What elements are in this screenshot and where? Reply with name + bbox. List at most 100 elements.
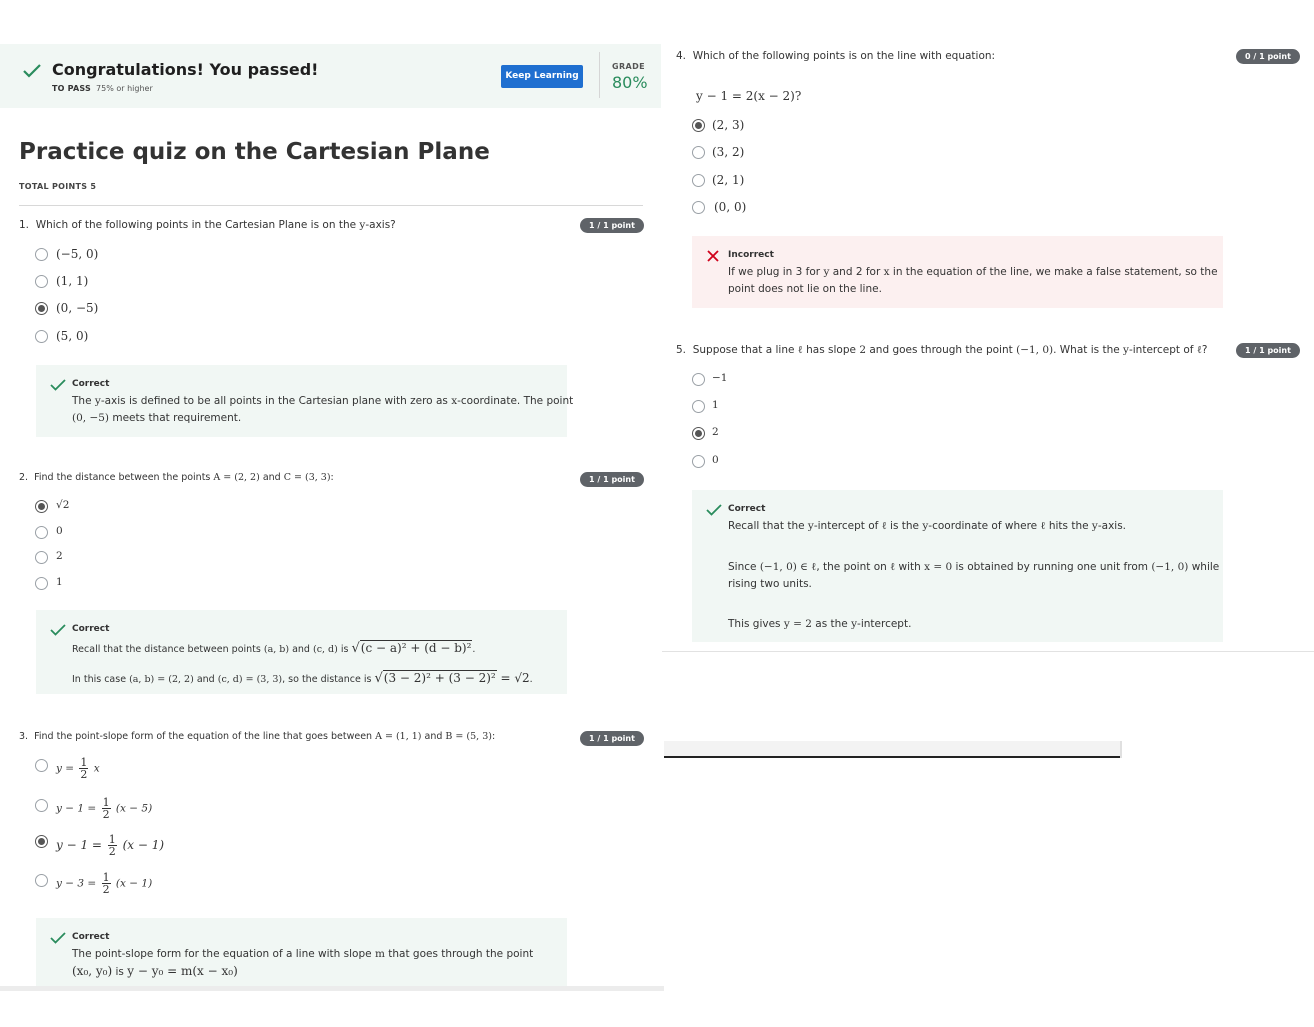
math-expr: B = (5, 3) [445,731,492,742]
question-number: 5. [676,344,687,356]
radio-option[interactable] [35,275,48,288]
to-pass-text: TO PASS 75% or higher [52,84,153,93]
fraction: 12 [107,834,117,857]
math-expr: y − 3 = [56,877,97,890]
feedback-text: In this case [72,674,130,685]
radio-option[interactable] [35,248,48,261]
question-1-text: 1. Which of the following points in the … [19,219,396,231]
feedback-text: -axis. [1097,520,1127,532]
radio-option-selected[interactable] [692,427,705,440]
feedback-text: This gives [728,618,784,630]
feedback-text: as the [811,618,852,630]
check-icon [706,502,722,521]
question-text: has slope [802,344,860,356]
radio-option-selected[interactable] [692,119,705,132]
feedback-text: , so the distance is [282,674,375,685]
points-badge: 1 / 1 point [1236,343,1300,358]
question-text: and goes through the point [866,344,1017,356]
radio-option[interactable] [692,400,705,413]
feedback-label: Correct [72,379,110,389]
feedback-text: If we plug in 3 for [728,266,824,278]
math-expr: (−1, 0) [1151,561,1189,573]
option-label: √2 [56,499,70,511]
math-expr: (0, −5) [72,412,110,424]
math-expr: (c, d) = (3, 3) [217,674,283,685]
question-text: -intercept of [1128,344,1197,356]
to-pass-value: 75% or higher [96,84,153,93]
feedback-text: The [72,395,95,407]
radio-option-selected[interactable] [35,500,48,513]
keep-learning-button[interactable]: Keep Learning [501,65,583,88]
question-text: ? [1201,344,1208,356]
feedback-text: . [472,644,476,655]
math-expr: (x − 5) [115,802,153,815]
radio-option[interactable] [35,526,48,539]
radio-option-selected[interactable] [35,835,48,848]
question-number: 1. [19,219,30,231]
question-text: Which of the following points is on the … [692,50,996,62]
feedback-text: Recall that the [728,520,808,532]
option-label: (2, 1) [712,173,745,187]
math-expr: C = (3, 3) [283,472,331,483]
feedback-text: . [529,674,533,685]
question-text: and [259,472,284,483]
feedback-text: is obtained by running one unit from [952,561,1152,573]
feedback-label: Correct [72,932,110,942]
option-label: 0 [56,525,63,537]
to-pass-label: TO PASS [52,84,91,93]
radio-option-selected[interactable] [35,302,48,315]
math-expr: = √2 [496,671,530,685]
feedback-correct: Correct The y-axis is defined to be all … [36,365,573,437]
feedback-text: The y-axis is defined to be all points i… [72,393,573,427]
radio-option[interactable] [35,874,48,887]
feedback-label: Correct [72,624,110,634]
radio-option[interactable] [692,455,705,468]
radio-option[interactable] [692,146,705,159]
feedback-text: in the equation of the line, we make a f… [889,266,1218,278]
total-points: TOTAL POINTS 5 [19,182,97,191]
pass-title: Congratulations! You passed! [52,60,319,79]
feedback-text: Since [728,561,760,573]
feedback-incorrect: Incorrect If we plug in 3 for y and 2 fo… [692,236,1223,308]
feedback-text: Recall that the y-intercept of ℓ is the … [728,518,1126,535]
option-label: y = 12 x [56,757,100,780]
question-text: and [421,731,446,742]
feedback-text: -intercept. [857,618,912,630]
option-label: 1 [56,576,63,588]
scroll-bar[interactable] [664,741,1122,758]
question-3-text: 3. Find the point-slope form of the equa… [19,731,495,742]
radio-option[interactable] [35,551,48,564]
math-expr: (a, b) [263,644,290,655]
bottom-edge [0,986,664,991]
grade-value: 80% [612,73,648,92]
question-4-text: 4. Which of the following points is on t… [676,50,995,62]
radio-option[interactable] [692,174,705,187]
radio-option[interactable] [35,759,48,772]
math-expr: A = (2, 2) [213,472,260,483]
radio-option[interactable] [35,330,48,343]
question-number: 4. [676,50,687,62]
radio-option[interactable] [692,201,705,214]
feedback-text: with [895,561,925,573]
feedback-correct: Correct Recall that the distance between… [36,610,567,694]
feedback-text: that goes through the point [384,948,534,960]
radio-option[interactable] [692,373,705,386]
feedback-text: point does not lie on the line. [728,283,882,295]
question-text: Suppose that a line [692,344,798,356]
feedback-correct: Correct The point-slope form for the equ… [36,918,567,986]
option-label: (2, 3) [712,118,745,132]
fraction-denominator: 2 [102,808,110,821]
question-text: : [491,731,496,742]
question-text: Which of the following points in the Car… [35,219,360,231]
feedback-text: -axis is defined to be all points in the… [100,395,452,407]
feedback-text: and [289,644,313,655]
check-icon [50,377,66,396]
divider [19,205,643,206]
feedback-text: and [193,674,218,685]
feedback-text: Since (−1, 0) ∈ ℓ, the point on ℓ with x… [728,559,1219,593]
radio-option[interactable] [35,577,48,590]
option-label: −1 [712,372,728,384]
feedback-text: This gives y = 2 as the y-intercept. [728,616,911,633]
radio-option[interactable] [35,799,48,812]
points-badge: 1 / 1 point [580,731,644,746]
